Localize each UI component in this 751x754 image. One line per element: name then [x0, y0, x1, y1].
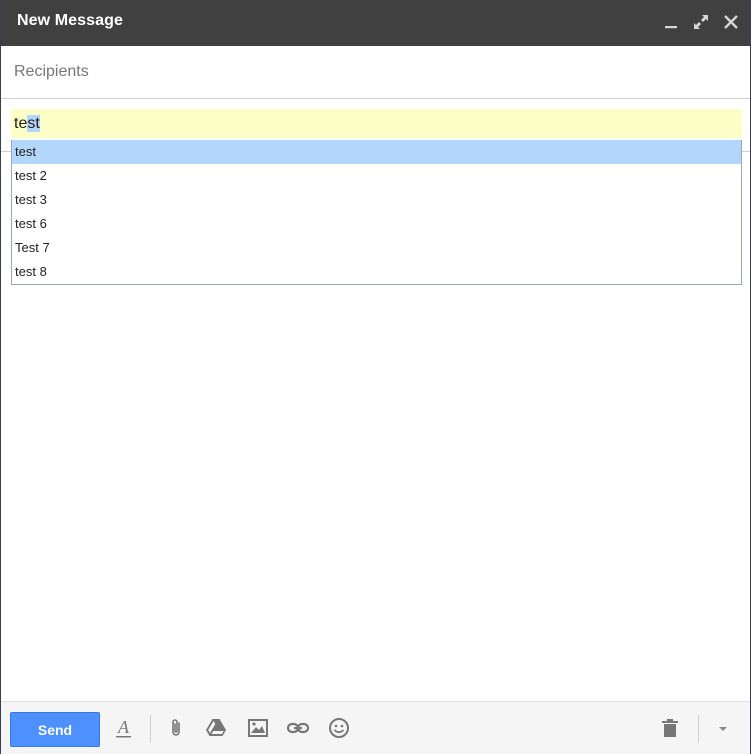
recipients-label: Recipients [14, 63, 89, 80]
attach-icon[interactable] [164, 716, 188, 740]
link-icon[interactable] [286, 716, 310, 740]
compose-toolbar: Send A [1, 701, 750, 754]
more-options-icon[interactable] [711, 716, 735, 740]
emoji-icon[interactable] [327, 716, 351, 740]
minimize-icon[interactable] [661, 12, 681, 32]
toolbar-divider [150, 715, 151, 743]
compose-title: New Message [17, 12, 124, 29]
svg-text:A: A [117, 717, 130, 737]
photo-icon[interactable] [246, 716, 270, 740]
recipients-field[interactable]: Recipients [1, 46, 750, 99]
message-body[interactable] [1, 152, 750, 702]
compose-window: New Message Recipients test test test 2 … [0, 0, 751, 754]
toolbar-divider [698, 715, 699, 743]
subject-selected-text: st [27, 115, 40, 132]
expand-icon[interactable] [691, 12, 711, 32]
trash-icon[interactable] [658, 716, 682, 740]
drive-icon[interactable] [204, 716, 228, 740]
subject-input[interactable]: test [11, 109, 742, 138]
send-button[interactable]: Send [10, 712, 100, 747]
compose-titlebar[interactable]: New Message [1, 0, 750, 46]
close-icon[interactable] [721, 12, 741, 32]
subject-text: te [14, 115, 28, 132]
formatting-icon[interactable]: A [112, 716, 136, 740]
